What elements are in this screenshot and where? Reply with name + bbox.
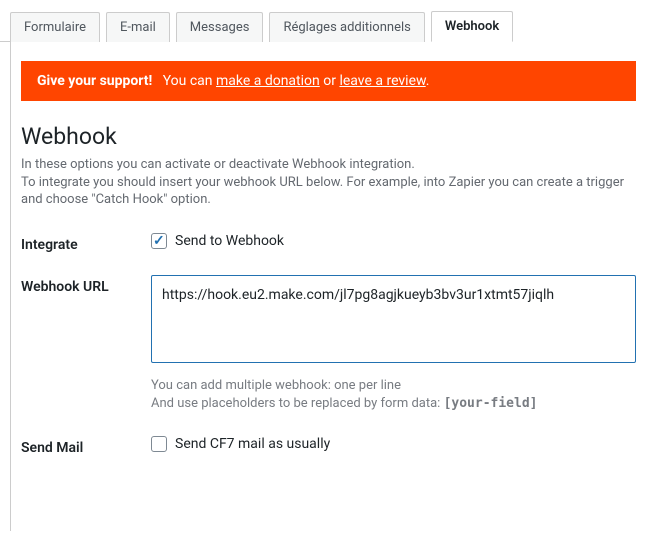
send-mail-checkbox-label: Send CF7 mail as usually <box>175 436 330 452</box>
webhook-url-label: Webhook URL <box>21 275 151 295</box>
field-send-mail: Send Mail Send CF7 mail as usually <box>21 436 636 456</box>
send-mail-label: Send Mail <box>21 436 151 456</box>
support-banner: Give your support! You can make a donati… <box>21 61 636 101</box>
hint-placeholder-token: [your-field] <box>444 396 538 411</box>
tab-email[interactable]: E-mail <box>106 12 170 42</box>
section-description: In these options you can activate or dea… <box>21 156 636 209</box>
tab-reglages[interactable]: Réglages additionnels <box>269 12 424 42</box>
hint-line1: You can add multiple webhook: one per li… <box>151 377 636 396</box>
panel-webhook: Give your support! You can make a donati… <box>10 41 646 531</box>
field-integrate: Integrate Send to Webhook <box>21 233 636 253</box>
hint-line2-text: And use placeholders to be replaced by f… <box>151 396 444 411</box>
integrate-checkbox[interactable] <box>151 233 167 249</box>
integrate-checkbox-line[interactable]: Send to Webhook <box>151 233 636 249</box>
tab-webhook[interactable]: Webhook <box>431 11 513 42</box>
banner-donation-link[interactable]: make a donation <box>216 73 320 89</box>
hint-line2: And use placeholders to be replaced by f… <box>151 395 636 414</box>
banner-text3: . <box>426 73 430 89</box>
section-title: Webhook <box>21 123 636 150</box>
tab-messages[interactable]: Messages <box>176 12 264 42</box>
webhook-url-hint: You can add multiple webhook: one per li… <box>151 377 636 415</box>
banner-review-link[interactable]: leave a review <box>339 73 425 89</box>
integrate-label: Integrate <box>21 233 151 253</box>
field-webhook-url: Webhook URL You can add multiple webhook… <box>21 275 636 415</box>
send-mail-checkbox[interactable] <box>151 436 167 452</box>
tabs-bar: Formulaire E-mail Messages Réglages addi… <box>0 0 646 42</box>
webhook-url-input[interactable] <box>151 275 636 363</box>
integrate-checkbox-label: Send to Webhook <box>175 233 284 249</box>
banner-strong: Give your support! <box>37 73 152 89</box>
tab-formulaire[interactable]: Formulaire <box>10 12 100 42</box>
banner-text2: or <box>320 73 340 89</box>
banner-text1: You can <box>163 73 216 89</box>
send-mail-checkbox-line[interactable]: Send CF7 mail as usually <box>151 436 636 452</box>
